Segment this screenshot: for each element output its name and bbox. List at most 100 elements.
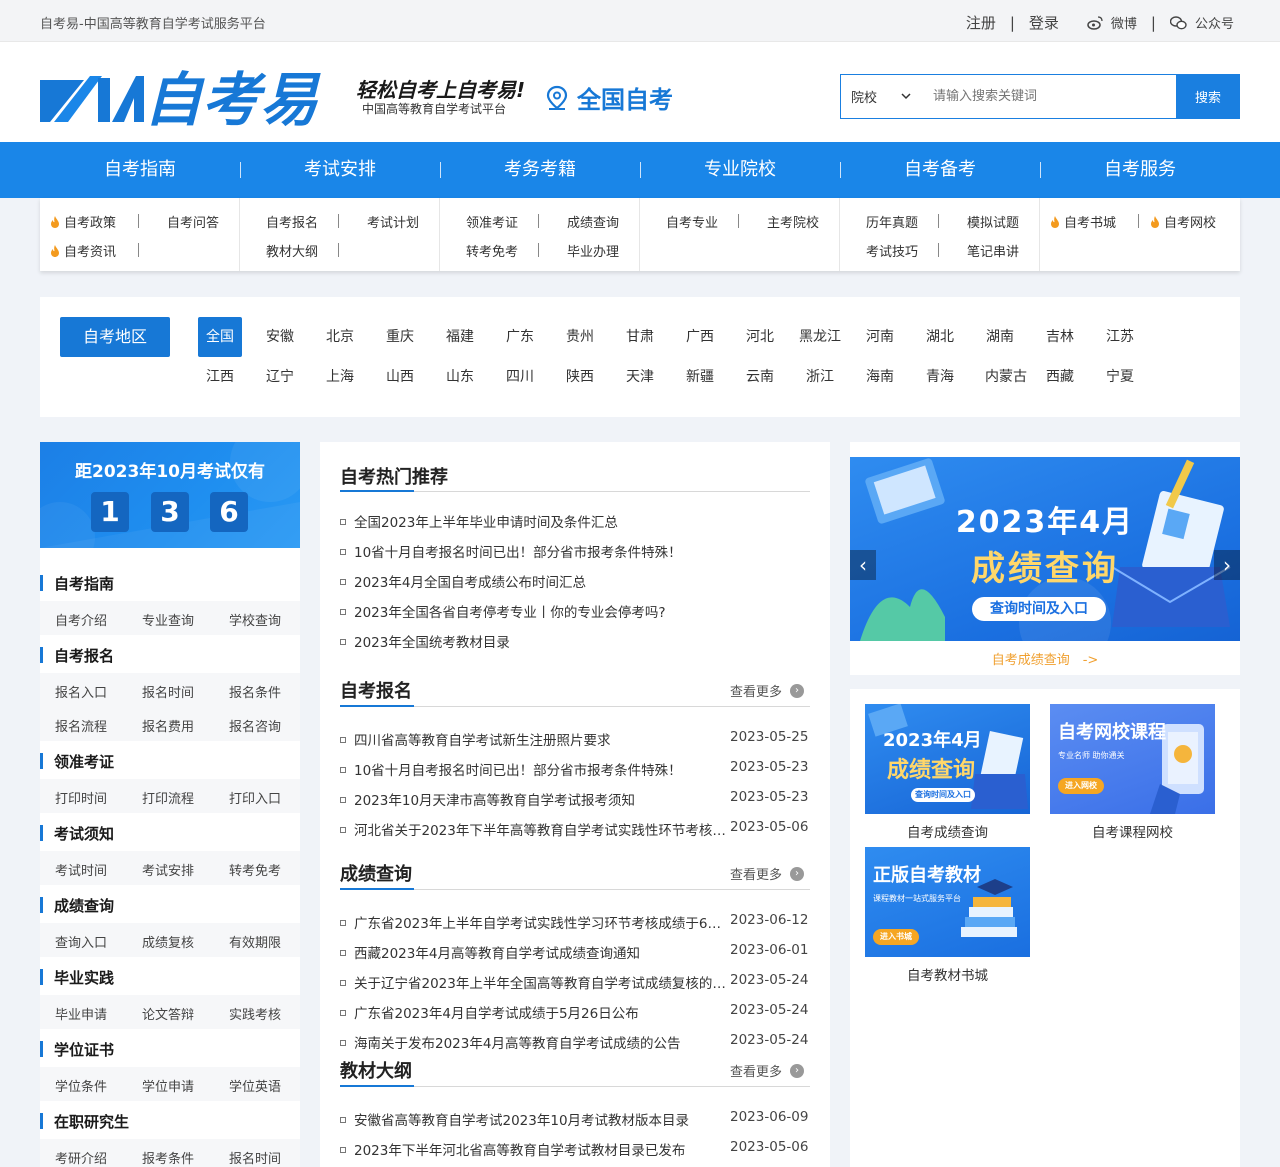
region-option[interactable]: 全国 xyxy=(198,317,242,357)
search-button[interactable]: 搜索 xyxy=(1176,74,1240,119)
subnav-link-news[interactable]: 自考资讯 xyxy=(50,241,116,260)
hot-list-item[interactable]: 10省十月自考报名时间已出！部分省市报考条件特殊！ xyxy=(340,541,810,561)
subnav-link-notes[interactable]: 笔记串讲 xyxy=(967,241,1019,260)
sidebar-link[interactable]: 报考条件 xyxy=(142,1148,194,1167)
nav-item-service[interactable]: 自考服务 xyxy=(1040,142,1240,198)
sidebar-section-title[interactable]: 自考指南 xyxy=(40,573,114,594)
region-option[interactable]: 甘肃 xyxy=(618,317,662,357)
tile-caption[interactable]: 自考教材书城 xyxy=(865,964,1030,984)
region-option[interactable]: 湖北 xyxy=(918,317,962,357)
nav-item-prep[interactable]: 自考备考 xyxy=(840,142,1040,198)
news-list-item[interactable]: 广东省2023年4月自学考试成绩于5月26日公布 2023-05-24 xyxy=(340,1002,810,1022)
subnav-link-score[interactable]: 成绩查询 xyxy=(567,212,619,231)
sidebar-link[interactable]: 成绩复核 xyxy=(142,932,194,951)
region-option[interactable]: 天津 xyxy=(618,357,662,397)
region-option[interactable]: 黑龙江 xyxy=(798,317,842,357)
banner-prev-button[interactable]: ‹ xyxy=(850,550,876,580)
nav-item-schedule[interactable]: 考试安排 xyxy=(240,142,440,198)
region-option[interactable]: 青海 xyxy=(918,357,962,397)
sidebar-section-title[interactable]: 在职研究生 xyxy=(40,1111,129,1132)
subnav-link-policy[interactable]: 自考政策 xyxy=(50,212,116,231)
region-selector[interactable]: 全国自考 xyxy=(545,80,673,115)
sidebar-section-title[interactable]: 毕业实践 xyxy=(40,967,114,988)
site-logo[interactable]: 自考易 xyxy=(40,62,350,133)
sidebar-section-title[interactable]: 成绩查询 xyxy=(40,895,114,916)
sidebar-link[interactable]: 报名条件 xyxy=(229,682,281,701)
sidebar-link[interactable]: 报名费用 xyxy=(142,716,194,735)
tile-score-query[interactable]: 2023年4月 成绩查询 查询时间及入口 xyxy=(865,704,1030,814)
sidebar-link[interactable]: 打印流程 xyxy=(142,788,194,807)
region-option[interactable]: 重庆 xyxy=(378,317,422,357)
region-option[interactable]: 广西 xyxy=(678,317,722,357)
sidebar-link[interactable]: 打印入口 xyxy=(229,788,281,807)
region-option[interactable]: 浙江 xyxy=(798,357,842,397)
region-option[interactable]: 四川 xyxy=(498,357,542,397)
nav-item-affairs[interactable]: 考务考籍 xyxy=(440,142,640,198)
sidebar-link[interactable]: 报名时间 xyxy=(229,1148,281,1167)
hot-list-item[interactable]: 2023年全国统考教材目录 xyxy=(340,631,810,651)
region-option[interactable]: 安徽 xyxy=(258,317,302,357)
sidebar-link[interactable]: 考试时间 xyxy=(55,860,107,879)
region-option[interactable]: 北京 xyxy=(318,317,362,357)
sidebar-link[interactable]: 专业查询 xyxy=(142,610,194,629)
sidebar-section-title[interactable]: 考试须知 xyxy=(40,823,114,844)
region-option[interactable]: 辽宁 xyxy=(258,357,302,397)
region-option[interactable]: 山西 xyxy=(378,357,422,397)
hot-list-item[interactable]: 2023年4月全国自考成绩公布时间汇总 xyxy=(340,571,810,591)
region-option[interactable]: 贵州 xyxy=(558,317,602,357)
region-option[interactable]: 福建 xyxy=(438,317,482,357)
wechat-link[interactable]: 公众号 xyxy=(1169,13,1234,32)
nav-item-guide[interactable]: 自考指南 xyxy=(40,142,240,198)
region-option[interactable]: 吉林 xyxy=(1038,317,1082,357)
subnav-link-past-papers[interactable]: 历年真题 xyxy=(866,212,918,231)
sidebar-link[interactable]: 学位条件 xyxy=(55,1076,107,1095)
view-more-link[interactable]: 查看更多 › xyxy=(730,864,805,883)
banner-caption-link[interactable]: 自考成绩查询 -> xyxy=(850,649,1240,668)
subnav-link-register[interactable]: 自考报名 xyxy=(266,212,318,231)
subnav-link-tips[interactable]: 考试技巧 xyxy=(866,241,918,260)
sidebar-section-title[interactable]: 学位证书 xyxy=(40,1039,114,1060)
tile-caption[interactable]: 自考课程网校 xyxy=(1050,821,1215,841)
banner-next-button[interactable]: › xyxy=(1214,550,1240,580)
news-list-item[interactable]: 四川省高等教育自学考试新生注册照片要求 2023-05-25 xyxy=(340,729,810,749)
region-option[interactable]: 西藏 xyxy=(1038,357,1082,397)
login-link[interactable]: 登录 xyxy=(1029,12,1059,33)
sidebar-link[interactable]: 查询入口 xyxy=(55,932,107,951)
region-option[interactable]: 河北 xyxy=(738,317,782,357)
sidebar-section-title[interactable]: 领准考证 xyxy=(40,751,114,772)
score-banner[interactable]: 2023年4月 成绩查询 查询时间及入口 ‹ › xyxy=(850,457,1240,641)
sidebar-link[interactable]: 报名时间 xyxy=(142,682,194,701)
subnav-link-majors[interactable]: 自考专业 xyxy=(666,212,718,231)
search-category-select[interactable]: 院校 xyxy=(841,75,921,118)
news-list-item[interactable]: 河北省关于2023年下半年高等教育自学考试实践性环节考核工作安排 2023-05-… xyxy=(340,819,810,839)
sidebar-link[interactable]: 学位英语 xyxy=(229,1076,281,1095)
subnav-link-transfer[interactable]: 转考免考 xyxy=(466,241,518,260)
subnav-link-plan[interactable]: 考试计划 xyxy=(367,212,419,231)
sidebar-link[interactable]: 考试安排 xyxy=(142,860,194,879)
nav-item-majors[interactable]: 专业院校 xyxy=(640,142,840,198)
search-input[interactable] xyxy=(921,75,1176,118)
sidebar-link[interactable]: 有效期限 xyxy=(229,932,281,951)
sidebar-link[interactable]: 报名咨询 xyxy=(229,716,281,735)
news-list-item[interactable]: 2023年下半年河北省高等教育自学考试教材目录已发布 2023-05-06 xyxy=(340,1139,810,1159)
subnav-link-mock[interactable]: 模拟试题 xyxy=(967,212,1019,231)
view-more-link[interactable]: 查看更多 › xyxy=(730,681,805,700)
subnav-link-online-school[interactable]: 自考网校 xyxy=(1150,212,1216,231)
region-option[interactable]: 上海 xyxy=(318,357,362,397)
region-option[interactable]: 广东 xyxy=(498,317,542,357)
view-more-link[interactable]: 查看更多 › xyxy=(730,1061,805,1080)
sidebar-link[interactable]: 毕业申请 xyxy=(55,1004,107,1023)
sidebar-link[interactable]: 考研介绍 xyxy=(55,1148,107,1167)
region-option[interactable]: 云南 xyxy=(738,357,782,397)
region-option[interactable]: 内蒙古 xyxy=(978,357,1034,397)
region-option[interactable]: 山东 xyxy=(438,357,482,397)
news-list-item[interactable]: 关于辽宁省2023年上半年全国高等教育自学考试成绩复核的通知 2023-05-24 xyxy=(340,972,810,992)
region-option[interactable]: 陕西 xyxy=(558,357,602,397)
region-option[interactable]: 江西 xyxy=(198,357,242,397)
hot-list-item[interactable]: 2023年全国各省自考停考专业丨你的专业会停考吗? xyxy=(340,601,810,621)
region-option[interactable]: 新疆 xyxy=(678,357,722,397)
sidebar-link[interactable]: 报名入口 xyxy=(55,682,107,701)
sidebar-link[interactable]: 报名流程 xyxy=(55,716,107,735)
weibo-link[interactable]: 微博 xyxy=(1087,13,1137,32)
subnav-link-bookstore[interactable]: 自考书城 xyxy=(1050,212,1116,231)
